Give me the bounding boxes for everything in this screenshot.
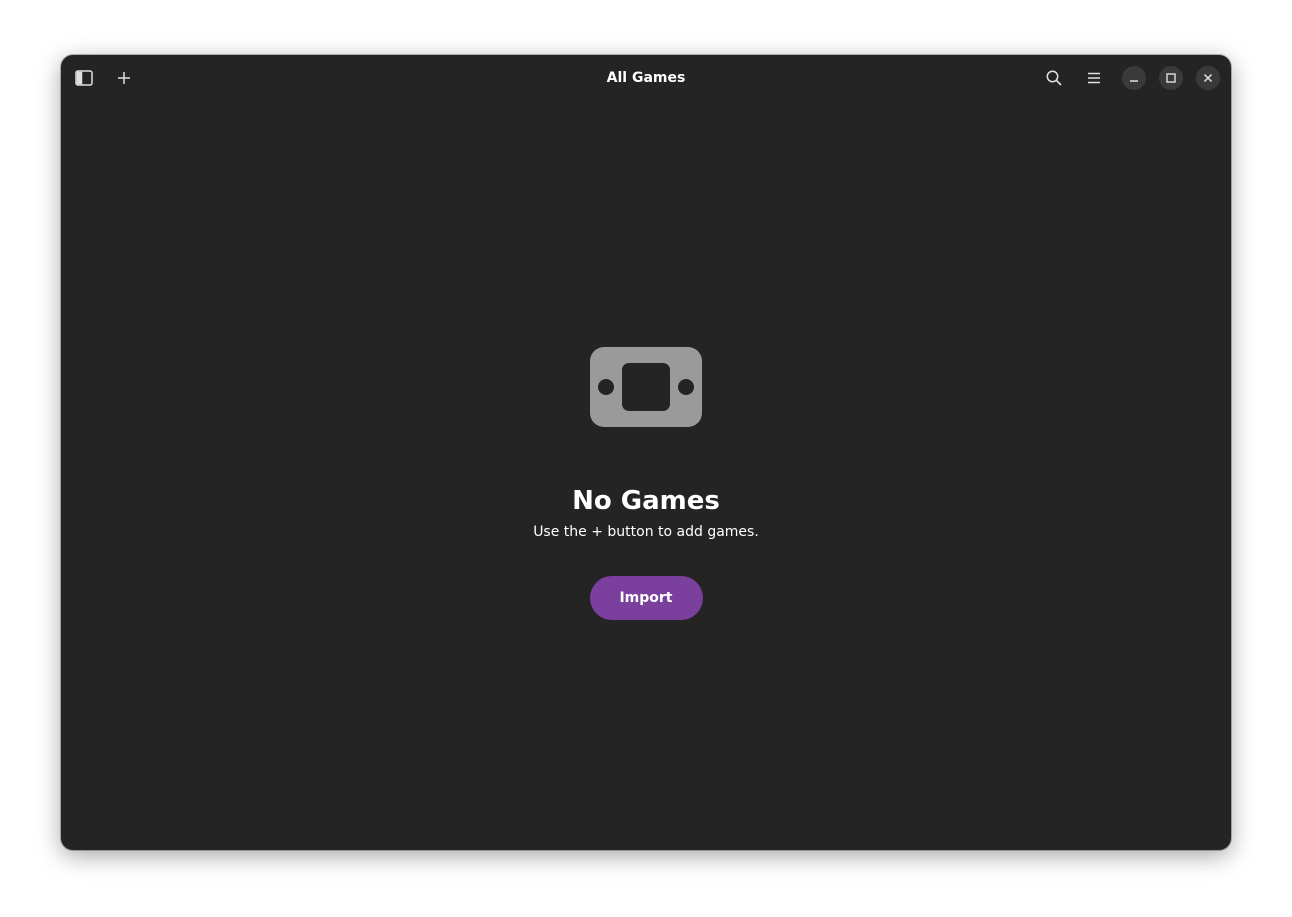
maximize-icon [1166,73,1176,83]
main-menu-button[interactable] [1078,62,1110,94]
minimize-icon [1130,80,1138,82]
close-button[interactable] [1196,66,1220,90]
app-window: All Games No Games Use the + button to a… [61,55,1231,850]
empty-state-title: No Games [572,486,720,516]
minimize-button[interactable] [1122,66,1146,90]
empty-state-description: Use the + button to add games. [533,524,759,540]
hamburger-menu-icon [1088,72,1100,84]
plus-icon [118,72,130,84]
add-game-button[interactable] [108,62,140,94]
sidebar-toggle-button[interactable] [68,62,100,94]
maximize-button[interactable] [1159,66,1183,90]
gamepad-icon [590,347,702,427]
header-bar: All Games [61,55,1231,101]
empty-state: No Games Use the + button to add games. … [61,345,1231,620]
search-icon [1046,70,1062,86]
sidebar-show-icon [75,70,93,86]
close-icon [1203,73,1213,83]
search-button[interactable] [1038,62,1070,94]
import-button[interactable]: Import [589,576,703,620]
